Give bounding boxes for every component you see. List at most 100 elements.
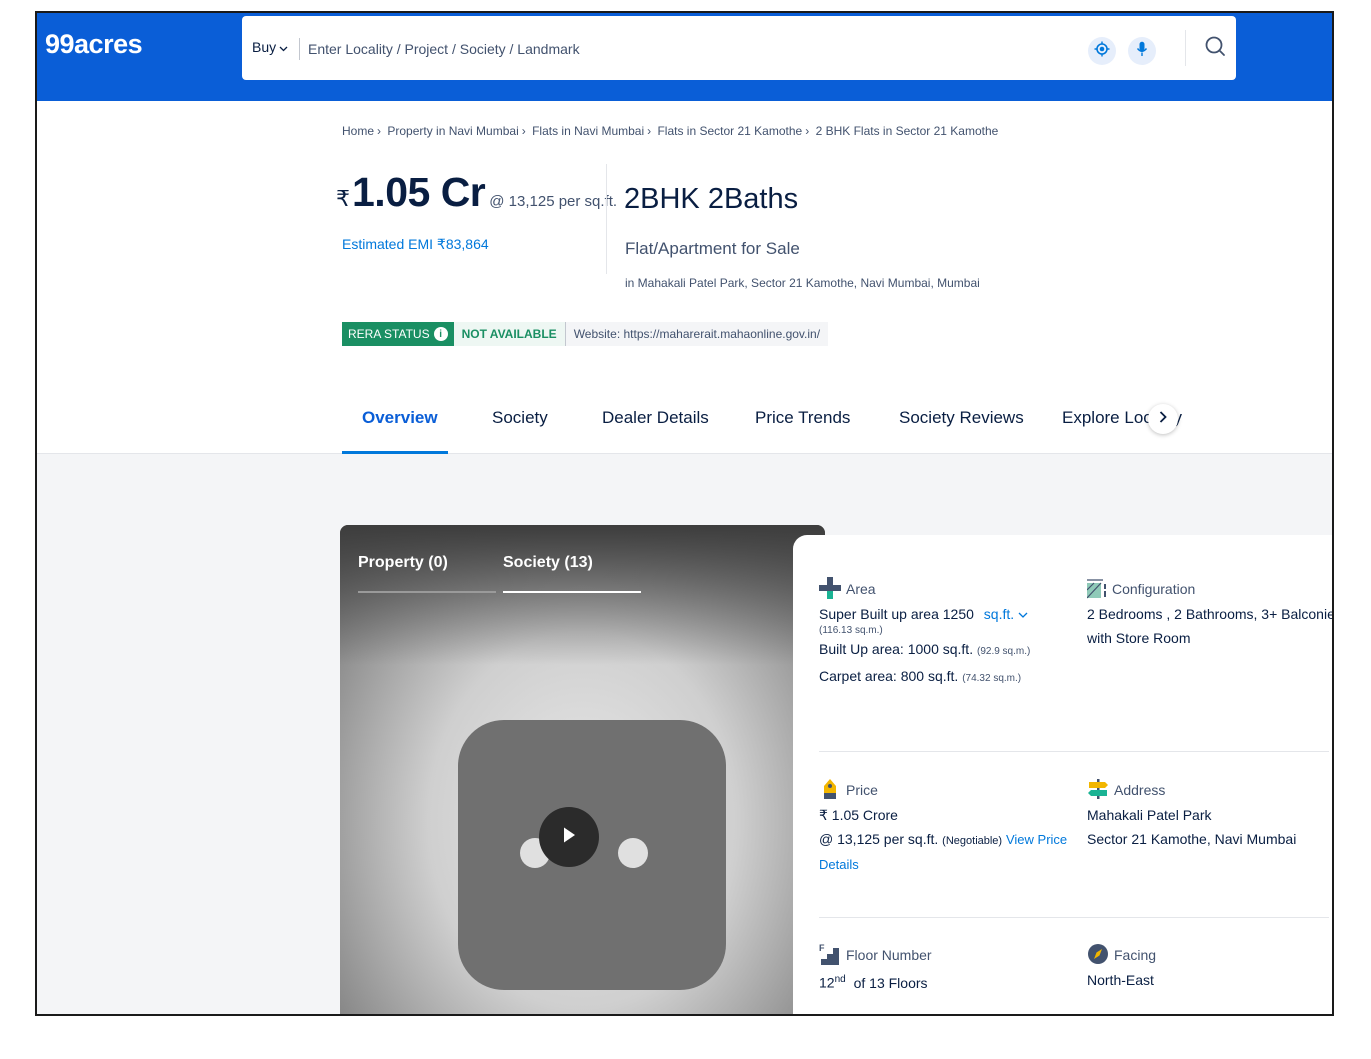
active-tab-indicator (342, 451, 448, 454)
search-box: Buy (242, 16, 1236, 80)
floor-total: of 13 Floors (853, 974, 928, 991)
gallery-tab-society[interactable]: Society (13) (503, 554, 593, 572)
breadcrumb-item[interactable]: Flats in Navi Mumbai (532, 124, 644, 138)
chevron-down-icon (1018, 612, 1028, 618)
search-icon (1198, 36, 1234, 70)
price-per-sqft: @ 13,125 per sq.ft. (489, 193, 618, 210)
divider (819, 751, 1329, 752)
play-video-button[interactable] (539, 807, 599, 867)
buy-dropdown[interactable]: Buy (252, 39, 288, 55)
configuration-extra: with Store Room (1087, 630, 1191, 646)
view-price-details-link[interactable]: View Price (1006, 832, 1067, 847)
price-block: ₹ 1.05 Cr @ 13,125 per sq.ft. (336, 169, 617, 216)
estimated-emi-link[interactable]: Estimated EMI ₹83,864 (342, 236, 489, 253)
address-line-1: Mahakali Patel Park (1087, 807, 1212, 823)
property-title: 2BHK 2Baths (624, 183, 799, 215)
address-label: Address (1114, 782, 1166, 798)
area-icon (819, 576, 841, 602)
search-input[interactable] (306, 34, 1070, 64)
compass-icon (1087, 943, 1109, 968)
gallery-tab-line (358, 591, 496, 593)
logo[interactable]: 99acres (45, 29, 143, 60)
rera-status-value: NOT AVAILABLE (453, 322, 565, 346)
view-price-details-link-cont[interactable]: Details (819, 854, 1067, 876)
detail-facing: Facing North-East (1087, 943, 1156, 991)
floor-number-suffix: nd (834, 974, 846, 985)
super-built-area: Super Built up area 1250 (819, 606, 974, 622)
rera-website: Website: https://maharerait.mahaonline.g… (564, 322, 829, 346)
voice-search-button[interactable] (1128, 37, 1156, 65)
price-crore: ₹ 1.05 Crore (819, 807, 898, 823)
breadcrumb-item[interactable]: 2 BHK Flats in Sector 21 Kamothe (816, 124, 999, 138)
signpost-icon (1087, 778, 1109, 803)
area-label: Area (846, 581, 876, 597)
divider (1185, 30, 1186, 66)
breadcrumb-item[interactable]: Home (342, 124, 374, 138)
detail-area: Area Super Built up area 1250 sq.ft. (11… (819, 576, 1031, 690)
configuration-icon (1086, 577, 1107, 602)
gallery-shade (340, 525, 825, 665)
tab-overview[interactable]: Overview (362, 408, 438, 428)
gallery-tab-property[interactable]: Property (0) (358, 554, 448, 572)
location-target-icon (1094, 41, 1110, 62)
breadcrumb-item[interactable]: Flats in Sector 21 Kamothe (657, 124, 802, 138)
floor-number: 12 (819, 974, 835, 991)
property-type: Flat/Apartment for Sale (625, 239, 800, 258)
tab-society-reviews[interactable]: Society Reviews (899, 408, 1024, 428)
breadcrumb: Home › Property in Navi Mumbai › Flats in … (342, 124, 999, 138)
media-gallery: Property (0) Society (13) (340, 525, 825, 1014)
microphone-icon (1136, 41, 1148, 62)
search-button[interactable] (1198, 30, 1234, 66)
chevron-right-icon (1159, 410, 1167, 428)
rera-status-badge[interactable]: RERA STATUS i (342, 322, 454, 346)
tab-price-trends[interactable]: Price Trends (755, 408, 850, 428)
built-up-area: Built Up area: 1000 sq.ft. (819, 641, 974, 657)
price-rate-sqft: @ 13,125 per sq.ft. (819, 831, 939, 847)
configuration-rooms: 2 Bedrooms , 2 Bathrooms, 3+ Balconies (1087, 606, 1334, 622)
detail-price: Price ₹ 1.05 Crore @ 13,125 per sq.ft. (… (819, 778, 1067, 876)
property-location: in Mahakali Patel Park, Sector 21 Kamoth… (625, 276, 980, 290)
play-icon (561, 826, 577, 849)
carpet-area-sqm: (74.32 sq.m.) (962, 673, 1022, 684)
configuration-label: Configuration (1112, 581, 1196, 597)
browser-viewport: 99acres Buy Enter Locality / Project / S… (35, 11, 1334, 1016)
rera-status-row: RERA STATUS i NOT AVAILABLE Website: htt… (342, 322, 829, 346)
listing-header: Home › Property in Navi Mumbai › Flats in … (37, 101, 1332, 454)
video-placeholder-dot (618, 838, 648, 868)
tabs-next-button[interactable] (1148, 404, 1178, 434)
built-up-area-sqm: (92.9 sq.m.) (976, 646, 1031, 657)
price-label: Price (846, 782, 878, 798)
area-unit-label: sq.ft. (983, 606, 1015, 622)
detail-address: Address Mahakali Patel Park Sector 21 Ka… (1087, 778, 1296, 850)
super-built-area-sqm: (116.13 sq.m.) (819, 625, 883, 636)
top-bar: 99acres Buy (37, 13, 1332, 101)
floor-label: Floor Number (846, 947, 932, 963)
breadcrumb-item[interactable]: Property in Navi Mumbai (387, 124, 518, 138)
price-tag-icon (819, 778, 841, 803)
divider (606, 164, 607, 274)
property-details-card: Area Super Built up area 1250 sq.ft. (11… (793, 535, 1334, 1014)
chevron-down-icon (279, 39, 288, 55)
tab-society[interactable]: Society (492, 408, 548, 428)
price-negotiable: (Negotiable) (942, 835, 1003, 847)
video-thumbnail[interactable] (458, 720, 726, 990)
stairs-icon: F (819, 943, 841, 968)
tab-dealer-details[interactable]: Dealer Details (602, 408, 709, 428)
svg-text:F: F (819, 943, 825, 953)
locate-me-button[interactable] (1088, 37, 1116, 65)
divider (299, 38, 300, 60)
area-unit-dropdown[interactable]: sq.ft. (984, 606, 1028, 622)
address-line-2: Sector 21 Kamothe, Navi Mumbai (1087, 831, 1297, 847)
carpet-area: Carpet area: 800 sq.ft. (819, 668, 959, 684)
rera-status-label: RERA STATUS (348, 327, 430, 341)
detail-configuration: Configuration 2 Bedrooms , 2 Bathrooms, … (1086, 577, 1334, 649)
gallery-tab-line-active (503, 591, 641, 593)
buy-dropdown-label: Buy (252, 39, 277, 55)
currency-symbol: ₹ (336, 186, 350, 211)
price-value: 1.05 Cr (352, 169, 486, 215)
facing-label: Facing (1114, 947, 1157, 963)
info-icon[interactable]: i (433, 327, 448, 341)
detail-floor: F Floor Number 12nd of 13 Floors (819, 943, 932, 994)
facing-value: North-East (1087, 972, 1154, 988)
divider (819, 917, 1329, 918)
